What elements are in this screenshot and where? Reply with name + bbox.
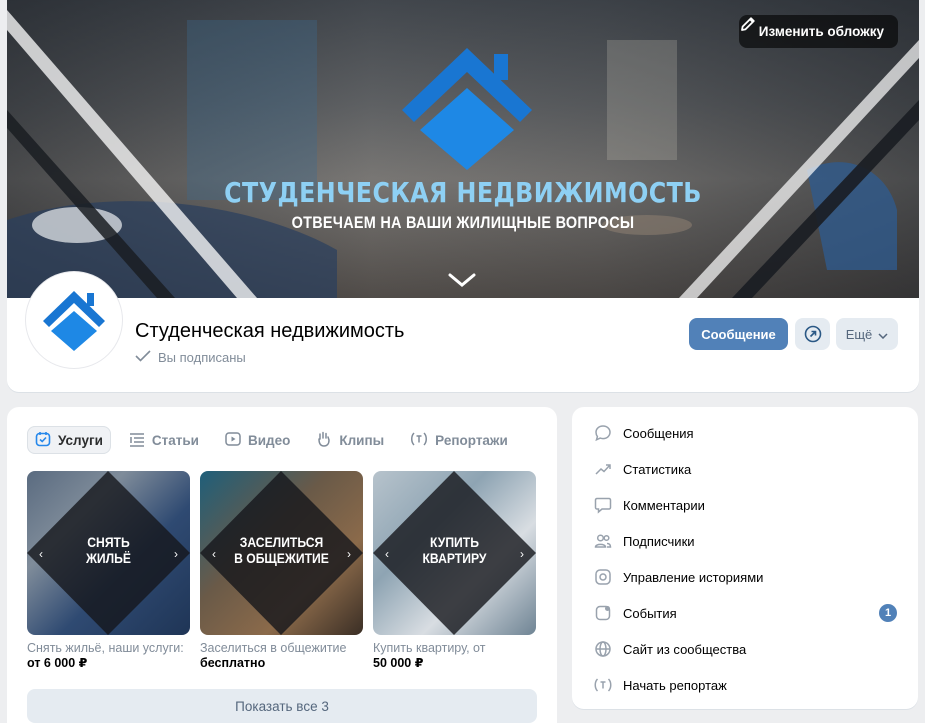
tab-label: Видео	[247, 432, 291, 448]
menu-item-comments[interactable]: Комментарии	[572, 487, 918, 523]
show-all-button[interactable]: Показать все 3	[27, 689, 537, 723]
service-caption-dorm[interactable]: Заселиться в общежитие бесплатно	[200, 641, 370, 671]
users-icon	[593, 531, 613, 551]
checklist-icon	[35, 431, 51, 450]
menu-label: Сообщения	[623, 425, 694, 441]
events-icon	[593, 603, 613, 623]
article-icon	[129, 431, 145, 450]
chevron-left-icon: ‹	[385, 547, 389, 561]
community-header: Изменить обложку СТУДЕНЧЕСКАЯ НЕДВИЖИМОС…	[7, 0, 919, 392]
tab-label: Статьи	[151, 432, 199, 448]
stats-icon	[593, 459, 613, 479]
logo-icon	[43, 291, 105, 351]
tab-label: Репортажи	[435, 432, 508, 448]
globe-icon	[593, 639, 613, 659]
menu-label: Сайт из сообщества	[623, 641, 747, 657]
share-button[interactable]	[795, 318, 830, 350]
menu-item-messages[interactable]: Сообщения	[572, 415, 918, 451]
clips-icon	[316, 431, 332, 450]
share-icon	[804, 325, 821, 343]
tile-label: КУПИТЬ КВАРТИРУ	[422, 535, 487, 566]
menu-item-site[interactable]: Сайт из сообщества	[572, 631, 918, 667]
tab-reports[interactable]: Репортажи	[402, 426, 516, 454]
service-caption-buy[interactable]: Купить квартиру, от 50 000 ₽	[373, 641, 543, 671]
tile-label: ЗАСЕЛИТЬСЯ В ОБЩЕЖИТИЕ	[234, 535, 329, 566]
subscription-label: Вы подписаны	[158, 350, 246, 365]
chevron-right-icon: ›	[520, 547, 524, 561]
menu-item-live[interactable]: Начать репортаж	[572, 667, 918, 703]
content-tabs: Услуги Статьи Видео Клипы Репортажи	[27, 426, 526, 454]
tab-label: Клипы	[339, 432, 385, 448]
cover-subtitle: ОТВЕЧАЕМ НА ВАШИ ЖИЛИЩНЫЕ ВОПРОСЫ	[291, 213, 635, 232]
message-button[interactable]: Сообщение	[689, 318, 788, 350]
service-tile-dorm[interactable]: ЗАСЕЛИТЬСЯ В ОБЩЕЖИТИЕ ‹ ›	[200, 471, 363, 635]
chevron-down-icon	[878, 327, 888, 342]
service-price: бесплатно	[200, 656, 266, 670]
chevron-right-icon: ›	[174, 547, 178, 561]
service-tile-buy[interactable]: КУПИТЬ КВАРТИРУ ‹ ›	[373, 471, 536, 635]
menu-item-statistics[interactable]: Статистика	[572, 451, 918, 487]
tab-clips[interactable]: Клипы	[308, 426, 392, 454]
menu-label: Начать репортаж	[623, 677, 727, 693]
change-cover-label: Изменить обложку	[758, 24, 884, 39]
tab-label: Услуги	[58, 432, 103, 448]
cover-image: Изменить обложку СТУДЕНЧЕСКАЯ НЕДВИЖИМОС…	[7, 0, 919, 298]
tab-articles[interactable]: Статьи	[121, 426, 207, 454]
video-icon	[225, 431, 241, 450]
menu-label: Подписчики	[623, 533, 695, 549]
menu-item-subscribers[interactable]: Подписчики	[572, 523, 918, 559]
service-price: 50 000 ₽	[373, 656, 424, 670]
menu-label: Управление историями	[623, 569, 764, 585]
live-icon	[593, 675, 613, 695]
change-cover-button[interactable]: Изменить обложку	[738, 15, 898, 48]
chevron-left-icon: ‹	[39, 547, 43, 561]
menu-item-stories[interactable]: Управление историями	[572, 559, 918, 595]
page-title: Студенческая недвижимость	[135, 320, 405, 342]
menu-item-events[interactable]: События 1	[572, 595, 918, 631]
management-menu: Сообщения Статистика Комментарии Подписч…	[572, 407, 918, 709]
cover-title: СТУДЕНЧЕСКАЯ НЕДВИЖИМОСТЬ	[224, 176, 702, 209]
notification-badge: 1	[879, 604, 897, 622]
subscription-status[interactable]: Вы подписаны	[135, 350, 246, 365]
service-title: Снять жильё, наши услуги:	[27, 641, 184, 655]
service-caption-rent[interactable]: Снять жильё, наши услуги: от 6 000 ₽	[27, 641, 197, 671]
check-icon	[135, 350, 151, 365]
tab-services[interactable]: Услуги	[27, 426, 111, 454]
message-icon	[593, 423, 613, 443]
menu-label: События	[623, 605, 677, 621]
chevron-left-icon: ‹	[212, 547, 216, 561]
tile-label: СНЯТЬ ЖИЛЬЁ	[85, 535, 132, 566]
live-icon	[410, 431, 428, 450]
service-title: Заселиться в общежитие	[200, 641, 347, 655]
more-label: Ещё	[845, 326, 873, 342]
service-title: Купить квартиру, от	[373, 641, 486, 655]
service-price: от 6 000 ₽	[27, 656, 88, 670]
stories-icon	[593, 567, 613, 587]
services-block: Услуги Статьи Видео Клипы Репортажи СНЯТ…	[7, 407, 557, 723]
comment-icon	[593, 495, 613, 515]
avatar[interactable]	[26, 272, 122, 368]
more-button[interactable]: Ещё	[836, 318, 898, 350]
menu-label: Комментарии	[623, 497, 705, 513]
menu-label: Статистика	[623, 461, 692, 477]
service-tile-rent[interactable]: СНЯТЬ ЖИЛЬЁ ‹ ›	[27, 471, 190, 635]
chevron-right-icon: ›	[347, 547, 351, 561]
tab-video[interactable]: Видео	[217, 426, 298, 454]
